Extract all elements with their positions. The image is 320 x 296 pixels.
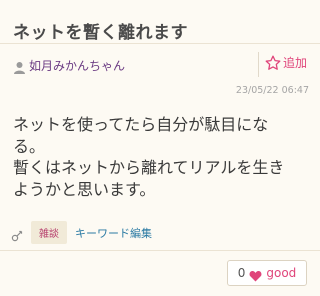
star-outline-icon: [265, 55, 281, 71]
post-timestamp: 23/05/22 06:47: [235, 85, 309, 96]
category-tag[interactable]: 雑談: [31, 221, 67, 244]
author-name[interactable]: 如月みかんちゃん: [29, 57, 125, 74]
body-line: 暫くはネットから離れてリアルを生き: [13, 158, 285, 177]
heart-icon: [249, 267, 262, 282]
body-line: る。: [13, 136, 46, 156]
tag-row: 雑談 キーワード編集: [11, 221, 152, 244]
post-body: ネットを使ってたら自分が駄目にな る。 暫くはネットから離れてリアルを生き よう…: [13, 114, 313, 200]
add-label[interactable]: 追加: [283, 54, 307, 71]
page-title: ネットを暫く離れます: [13, 23, 188, 43]
body-line: ようかと思います。: [13, 179, 156, 199]
body-line: ネットを使ってたら自分が駄目にな: [13, 115, 269, 134]
good-count: 0: [237, 266, 246, 280]
author-link[interactable]: 如月みかんちゃん: [13, 57, 125, 74]
diary-entry-page: ネットを暫く離れます 如月みかんちゃん 追加 23/05/22 06:47 ネッ…: [0, 0, 320, 296]
keyword-edit-link[interactable]: キーワード編集: [75, 225, 152, 241]
user-icon: [13, 59, 26, 74]
divider-vertical: [258, 52, 259, 77]
divider: [0, 43, 320, 44]
divider: [0, 250, 320, 251]
tag-icon: [11, 227, 23, 241]
good-button[interactable]: 0 good: [227, 260, 307, 286]
good-label: good: [266, 266, 297, 280]
add-favorite-button[interactable]: 追加: [265, 54, 307, 71]
